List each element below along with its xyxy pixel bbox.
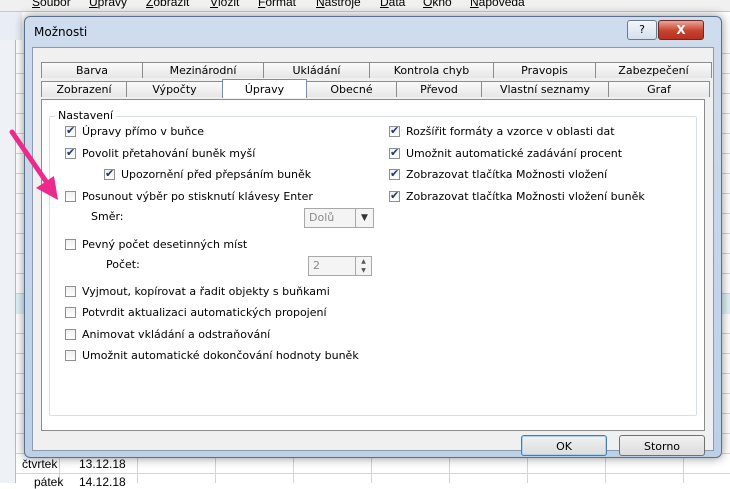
option-extend-formats[interactable]: Rozšířit formáty a vzorce v oblasti dat: [389, 124, 615, 138]
ok-button[interactable]: OK: [521, 435, 607, 456]
option-label: Upozornění před přepsáním buněk: [121, 168, 312, 181]
chevron-down-icon[interactable]: ▼: [355, 209, 373, 227]
option-label: Zobrazovat tlačítka Možnosti vložení: [406, 168, 608, 181]
option-label: Potvrdit aktualizaci automatických propo…: [82, 306, 327, 319]
option-auto-percent[interactable]: Umožnit automatické zadávání procent: [389, 146, 623, 160]
option-label: Umožnit automatické zadávání procent: [406, 147, 623, 160]
options-dialog: Možnosti ? X Barva Mezinárodní Ukládání …: [24, 16, 722, 458]
menu-format[interactable]: Formát: [258, 0, 296, 9]
checkbox[interactable]: [65, 239, 76, 250]
places-label: Počet:: [106, 258, 140, 271]
cell-day[interactable]: pátek: [34, 475, 63, 489]
option-paste-options[interactable]: Zobrazovat tlačítka Možnosti vložení: [389, 167, 608, 181]
tab-prevod[interactable]: Převod: [396, 81, 482, 97]
option-fixed-decimal[interactable]: Pevný počet desetinných míst: [65, 238, 247, 251]
tab-zabezpeceni[interactable]: Zabezpečení: [595, 62, 712, 78]
excel-menubar: Soubor Úpravy Zobrazit Vložit Formát Nás…: [0, 0, 730, 12]
option-label: Posunout výběr po stisknutí klávesy Ente…: [82, 190, 313, 203]
dialog-client: Barva Mezinárodní Ukládání Kontrola chyb…: [32, 47, 714, 456]
option-autocomplete[interactable]: Umožnit automatické dokončování hodnoty …: [65, 349, 359, 362]
menu-upravy[interactable]: Úpravy: [89, 0, 127, 9]
cell-date[interactable]: 14.12.18: [79, 475, 126, 489]
checkbox[interactable]: [65, 146, 76, 159]
direction-label: Směr:: [91, 210, 124, 223]
group-label: Nastavení: [55, 109, 117, 122]
spin-down-icon[interactable]: ▼: [356, 266, 371, 275]
tab-obecne[interactable]: Obecné: [306, 81, 397, 97]
option-label: Animovat vkládání a odstraňování: [82, 328, 271, 341]
checkbox[interactable]: [389, 146, 400, 159]
checkbox[interactable]: [104, 167, 115, 180]
menu-napoveda[interactable]: Nápověda: [470, 0, 525, 9]
tab-row-top: Barva Mezinárodní Ukládání Kontrola chyb…: [41, 62, 712, 79]
option-label: Umožnit automatické dokončování hodnoty …: [82, 349, 359, 362]
cell-day[interactable]: čtvrtek: [22, 457, 57, 471]
help-button[interactable]: ?: [627, 20, 657, 40]
close-button[interactable]: X: [658, 20, 704, 40]
option-label: Pevný počet desetinných míst: [82, 238, 248, 251]
option-confirm-links[interactable]: Potvrdit aktualizaci automatických propo…: [65, 306, 327, 319]
tab-vypocty[interactable]: Výpočty: [126, 81, 223, 97]
tab-panel-upravy: Nastavení Úpravy přímo v buňce Povolit p…: [41, 99, 705, 431]
direction-select[interactable]: Dolů ▼: [304, 208, 374, 228]
option-insert-options[interactable]: Zobrazovat tlačítka Možnosti vložení bun…: [389, 189, 645, 203]
tab-row-bottom: Zobrazení Výpočty Úpravy Obecné Převod V…: [41, 79, 712, 98]
option-label: Úpravy přímo v buňce: [82, 125, 205, 138]
dialog-title: Možnosti: [34, 25, 88, 39]
checkbox[interactable]: [389, 124, 400, 137]
checkbox[interactable]: [65, 191, 76, 202]
menu-data[interactable]: Data: [380, 0, 405, 9]
tab-zobrazeni[interactable]: Zobrazení: [41, 81, 127, 97]
direction-value: Dolů: [309, 211, 335, 224]
dialog-titlebar[interactable]: Možnosti ? X: [25, 17, 721, 47]
tab-upravy[interactable]: Úpravy: [222, 79, 307, 98]
tab-graf[interactable]: Graf: [608, 81, 710, 97]
option-drag-drop[interactable]: Povolit přetahování buněk myší: [65, 146, 256, 160]
option-label: Povolit přetahování buněk myší: [82, 147, 256, 160]
cancel-button[interactable]: Storno: [619, 435, 705, 456]
option-label: Vyjmout, kopírovat a řadit objekty s buň…: [82, 285, 330, 298]
spinner-buttons[interactable]: ▲ ▼: [355, 257, 371, 275]
places-value: 2: [313, 259, 320, 272]
option-label: Zobrazovat tlačítka Možnosti vložení bun…: [406, 190, 645, 203]
tab-pravopis[interactable]: Pravopis: [493, 62, 596, 78]
cell-date[interactable]: 13.12.18: [79, 457, 126, 471]
menu-soubor[interactable]: Soubor: [32, 0, 71, 9]
checkbox[interactable]: [65, 350, 76, 361]
checkbox[interactable]: [389, 189, 400, 202]
places-spinner[interactable]: 2 ▲ ▼: [308, 256, 372, 276]
option-move-after-enter[interactable]: Posunout výběr po stisknutí klávesy Ente…: [65, 190, 313, 203]
row-header: [0, 40, 16, 483]
menu-zobrazit[interactable]: Zobrazit: [146, 0, 189, 9]
checkbox[interactable]: [65, 124, 76, 137]
tab-mezinarodni[interactable]: Mezinárodní: [142, 62, 264, 78]
option-cut-copy-sort[interactable]: Vyjmout, kopírovat a řadit objekty s buň…: [65, 285, 330, 298]
spin-up-icon[interactable]: ▲: [356, 257, 371, 266]
menu-okno[interactable]: Okno: [423, 0, 452, 9]
checkbox[interactable]: [389, 167, 400, 180]
menu-nastroje[interactable]: Nástroje: [316, 0, 361, 9]
option-alert-overwrite[interactable]: Upozornění před přepsáním buněk: [104, 167, 312, 181]
tab-ukladani[interactable]: Ukládání: [263, 62, 370, 78]
option-animate-insert[interactable]: Animovat vkládání a odstraňování: [65, 328, 270, 341]
tab-kontrola-chyb[interactable]: Kontrola chyb: [369, 62, 494, 78]
tab-barva[interactable]: Barva: [41, 62, 143, 78]
settings-group: Nastavení Úpravy přímo v buňce Povolit p…: [49, 109, 697, 416]
tab-vlastni-seznamy[interactable]: Vlastní seznamy: [481, 81, 609, 97]
option-edit-in-cell[interactable]: Úpravy přímo v buňce: [65, 124, 205, 138]
option-label: Rozšířit formáty a vzorce v oblasti dat: [406, 125, 615, 138]
toolbar-strip: [0, 12, 22, 40]
menu-vlozit[interactable]: Vložit: [210, 0, 239, 9]
checkbox[interactable]: [65, 286, 76, 297]
checkbox[interactable]: [65, 329, 76, 340]
checkbox[interactable]: [65, 307, 76, 318]
